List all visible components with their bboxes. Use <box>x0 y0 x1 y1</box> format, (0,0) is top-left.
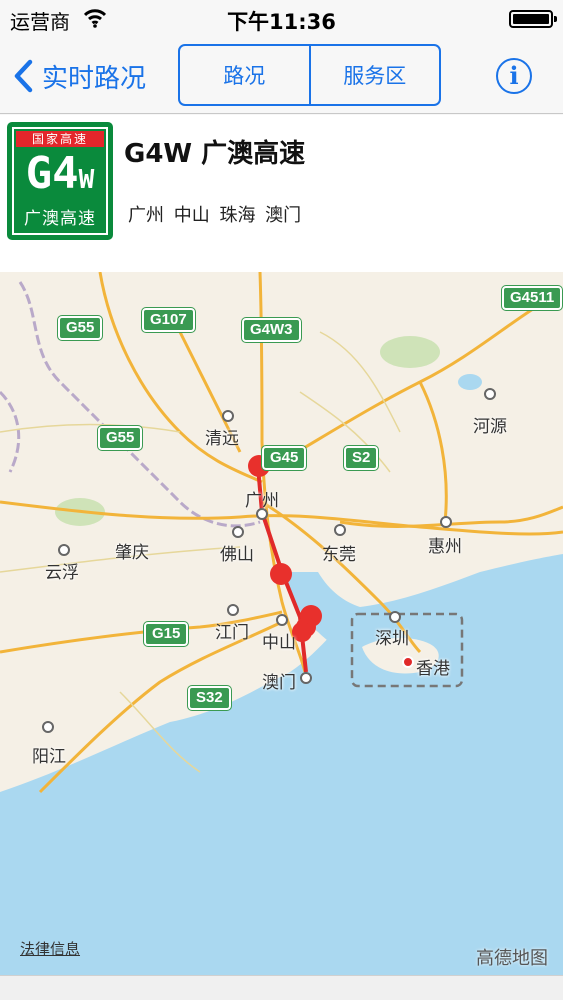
road-badge: G4W3 <box>241 317 302 343</box>
city-label: 惠州 <box>428 537 462 557</box>
road-badge: G55 <box>56 315 104 341</box>
road-badge: G4511 <box>500 285 563 311</box>
map-provider-logo: 高德地图 <box>476 948 548 969</box>
city-label: 深圳 <box>375 629 409 649</box>
road-badge: G107 <box>141 307 196 333</box>
hk-dot <box>402 656 414 668</box>
city-label: 广州 <box>245 491 279 511</box>
city-label: 东莞 <box>322 545 356 565</box>
segmented-control: 路况 服务区 <box>178 44 441 106</box>
map-view[interactable]: 清远 广州 肇庆 佛山 东莞 惠州 河源 云浮 江门 中山 深圳 香港 澳门 阳… <box>0 272 563 975</box>
road-badge: G45 <box>260 445 308 471</box>
shield-name: 广澳高速 <box>24 209 96 229</box>
road-badge: G15 <box>142 621 190 647</box>
segment-service-area[interactable]: 服务区 <box>308 46 440 104</box>
road-badge: S32 <box>187 685 232 711</box>
status-time: 下午11:36 <box>227 10 336 34</box>
navigation-bar: 实时路况 路况 服务区 i <box>0 38 563 114</box>
road-title: G4W 广澳高速 <box>124 139 306 169</box>
road-badge: G55 <box>96 425 144 451</box>
city-label: 阳江 <box>32 747 66 767</box>
highway-shield: 国家高速 G4W 广澳高速 <box>7 122 113 240</box>
city-label: 澳门 <box>262 673 296 693</box>
back-label: 实时路况 <box>42 63 147 94</box>
city-label: 云浮 <box>45 563 79 583</box>
road-badge: S2 <box>342 445 380 471</box>
city-label: 江门 <box>215 623 249 643</box>
province-border <box>18 281 261 528</box>
battery-icon <box>509 10 557 28</box>
legal-info-link[interactable]: 法律信息 <box>20 938 80 959</box>
info-button[interactable]: i <box>496 58 532 94</box>
shield-top-label: 国家高速 <box>16 131 104 147</box>
city-label: 佛山 <box>220 545 254 565</box>
city-label: 河源 <box>473 417 507 437</box>
road-cities: 广州 中山 珠海 澳门 <box>128 205 302 226</box>
shield-code-suffix: W <box>78 165 95 195</box>
bottom-bar <box>0 975 563 1000</box>
city-label: 肇庆 <box>115 543 149 563</box>
city-label: 香港 <box>416 659 450 679</box>
road-header: 国家高速 G4W 广澳高速 G4W 广澳高速 广州 中山 珠海 澳门 <box>0 115 563 272</box>
city-label: 清远 <box>205 429 239 449</box>
chevron-left-icon <box>14 59 33 93</box>
back-button[interactable]: 实时路况 <box>12 56 146 96</box>
city-label: 中山 <box>262 633 296 653</box>
shield-code-main: G4 <box>25 148 79 199</box>
shield-code: G4W <box>10 149 110 205</box>
status-bar: 运营商 下午11:36 <box>0 0 563 38</box>
map-canvas <box>0 272 563 975</box>
segment-traffic[interactable]: 路况 <box>180 46 309 104</box>
